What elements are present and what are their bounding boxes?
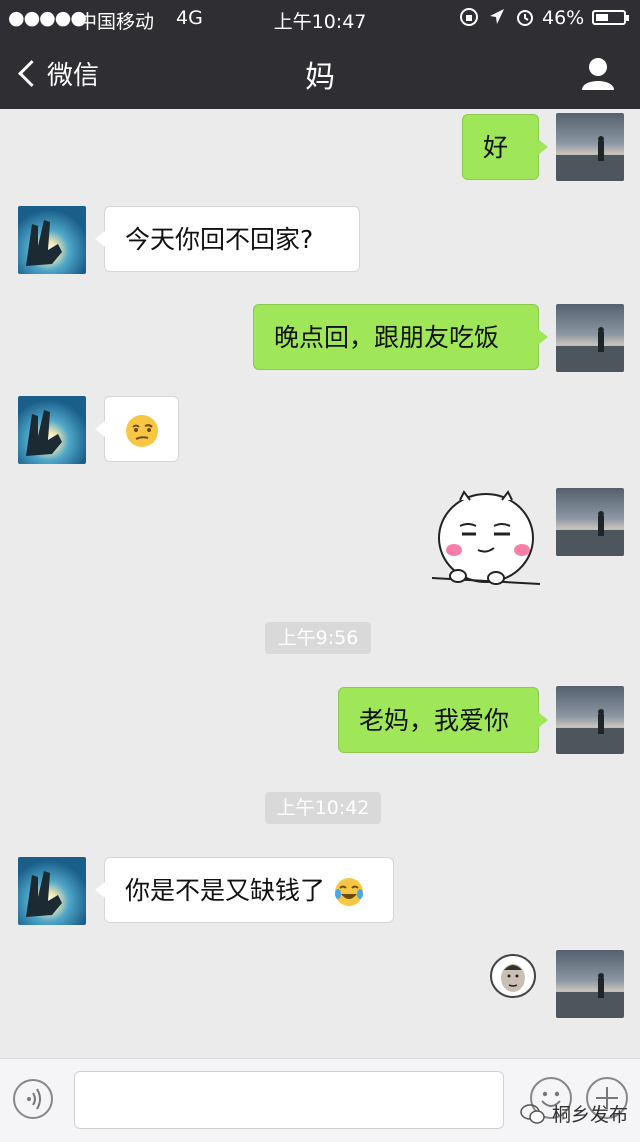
my-avatar[interactable] bbox=[556, 686, 624, 754]
my-avatar[interactable] bbox=[556, 304, 624, 372]
message-input[interactable] bbox=[74, 1071, 504, 1129]
mom-avatar[interactable] bbox=[18, 396, 86, 464]
crying-laughing-emoji bbox=[334, 878, 363, 906]
message-bubble-incoming[interactable]: 今天你回不回家? bbox=[95, 206, 360, 272]
lock-rotation-icon bbox=[460, 8, 478, 26]
status-icons bbox=[458, 7, 536, 32]
chat-title: 妈 bbox=[305, 60, 335, 95]
mom-avatar[interactable] bbox=[18, 206, 86, 274]
status-bar: ●●●●● 中国移动 4G 上午10:47 46% bbox=[0, 0, 640, 36]
battery-percent: 46% bbox=[542, 7, 585, 29]
message-bubble-incoming[interactable]: 你是不是又缺钱了 bbox=[95, 857, 394, 923]
message-bubble-outgoing[interactable]: 好 bbox=[462, 114, 548, 180]
location-arrow-icon bbox=[490, 9, 505, 24]
face-sticker[interactable] bbox=[488, 952, 538, 1000]
voice-button[interactable] bbox=[13, 1079, 53, 1119]
timestamp: 上午9:56 bbox=[265, 622, 371, 654]
message-text: 晚点回，跟朋友吃饭 bbox=[274, 323, 500, 352]
profile-button[interactable] bbox=[578, 56, 618, 92]
message-bubble-outgoing[interactable]: 老妈，我爱你 bbox=[338, 687, 548, 753]
watermark: 桐乡发布 bbox=[520, 1100, 628, 1127]
message-text: 老妈，我爱你 bbox=[359, 706, 510, 735]
wechat-logo-icon bbox=[520, 1103, 545, 1124]
shy-ball-sticker[interactable] bbox=[430, 488, 542, 588]
message-bubble-incoming[interactable] bbox=[95, 396, 179, 462]
battery-icon bbox=[592, 10, 629, 25]
message-text: 今天你回不回家? bbox=[125, 225, 314, 254]
thinking-face-emoji bbox=[125, 415, 158, 447]
alarm-icon bbox=[517, 10, 534, 26]
voice-icon bbox=[27, 1088, 41, 1110]
mom-avatar[interactable] bbox=[18, 857, 86, 925]
message-text: 好 bbox=[483, 133, 509, 162]
watermark-text: 桐乡发布 bbox=[552, 1104, 629, 1126]
timestamp: 上午10:42 bbox=[265, 792, 381, 824]
my-avatar[interactable] bbox=[556, 113, 624, 181]
my-avatar[interactable] bbox=[556, 950, 624, 1018]
chat-header: 微信 妈 bbox=[0, 36, 640, 109]
message-text: 你是不是又缺钱了 bbox=[125, 876, 326, 905]
message-bubble-outgoing[interactable]: 晚点回，跟朋友吃饭 bbox=[253, 304, 548, 370]
my-avatar[interactable] bbox=[556, 488, 624, 556]
person-icon bbox=[582, 58, 614, 90]
